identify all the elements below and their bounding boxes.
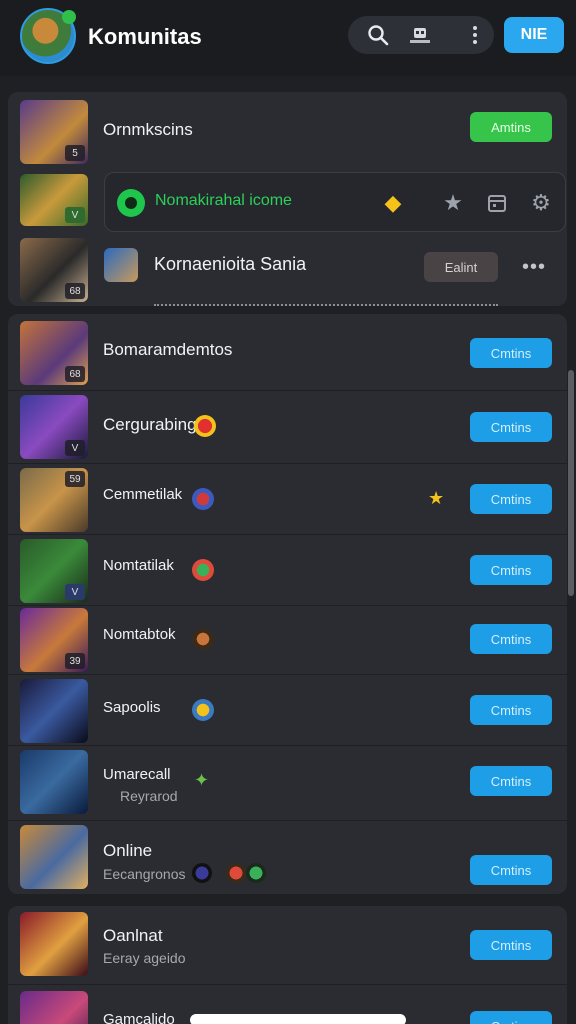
- join-button[interactable]: Cmtins: [470, 1011, 552, 1024]
- join-button[interactable]: Cmtins: [470, 930, 552, 960]
- badge-icon: [192, 628, 214, 650]
- badge-icon: [192, 488, 214, 510]
- join-button[interactable]: Cmtins: [470, 555, 552, 585]
- avatar: [20, 679, 88, 743]
- game-icon: [104, 248, 138, 282]
- level-badge: 68: [65, 283, 85, 299]
- join-button[interactable]: Cmtins: [470, 624, 552, 654]
- level-badge: V: [65, 584, 85, 600]
- badge-icon: [192, 699, 214, 721]
- featured-section: 5 Ornmkscins Amtins V Nomakirahal icome …: [8, 92, 567, 306]
- item-title: Cergurabingr: [103, 415, 203, 434]
- member-avatar-icon: [226, 863, 246, 883]
- list-item[interactable]: Online Eecangronos Cmtins: [8, 821, 567, 894]
- avatar: [20, 825, 88, 889]
- avatar: 39: [20, 608, 88, 672]
- level-badge: 59: [65, 471, 85, 487]
- item-title: Ornmkscins: [103, 120, 193, 139]
- item-title: Sapoolis: [103, 699, 161, 716]
- list-item[interactable]: V Cergurabingr Cmtins: [8, 391, 567, 463]
- avatar: [20, 750, 88, 814]
- item-title: Nomtabtok: [103, 626, 176, 643]
- avatar: [20, 991, 88, 1024]
- level-badge: V: [65, 440, 85, 456]
- item-title: Online: [103, 841, 153, 860]
- list-item[interactable]: V Nomtatilak Cmtins: [8, 535, 567, 605]
- primary-action-button[interactable]: NIE: [504, 17, 564, 53]
- star-icon[interactable]: ★: [439, 189, 467, 217]
- level-badge: 39: [65, 653, 85, 669]
- community-list-more: Oanlnat Eeray ageido Cmtins Gamcalido Cm…: [8, 906, 567, 1024]
- highlight-text: Nomakirahal icome: [155, 192, 292, 209]
- item-title: Gamcalido: [103, 1011, 175, 1024]
- search-button[interactable]: [358, 16, 398, 54]
- item-title: Kornaenioita Sania: [154, 254, 307, 274]
- bot-button[interactable]: [400, 16, 440, 54]
- join-button[interactable]: Cmtins: [470, 484, 552, 514]
- item-subtitle: Reyrarod: [120, 788, 178, 804]
- item-title: Bomaramdemtos: [103, 340, 233, 359]
- calendar-icon[interactable]: [483, 189, 511, 217]
- level-badge: 68: [65, 366, 85, 382]
- item-subtitle: Eecangronos: [103, 866, 186, 882]
- community-avatar[interactable]: [20, 8, 76, 64]
- avatar: V: [20, 539, 88, 603]
- diamond-icon[interactable]: ◆: [379, 189, 407, 217]
- more-vertical-icon: [473, 26, 477, 44]
- avatar: 59: [20, 468, 88, 532]
- list-item[interactable]: 59 Cemmetilak ★ Cmtins: [8, 464, 567, 534]
- item-title: Nomtatilak: [103, 557, 174, 574]
- avatar: [20, 912, 88, 976]
- avatar: 68: [20, 321, 88, 385]
- list-item[interactable]: 68 Kornaenioita Sania Ealint •••: [8, 236, 567, 306]
- item-title: Oanlnat: [103, 926, 163, 945]
- level-badge: V: [65, 207, 85, 223]
- more-options-button[interactable]: [456, 16, 494, 54]
- page-title: Komunitas: [88, 24, 202, 49]
- join-button[interactable]: Cmtins: [470, 855, 552, 885]
- highlight-panel[interactable]: Nomakirahal icome ◆ ★ ⚙: [104, 172, 566, 232]
- more-horizontal-icon[interactable]: •••: [522, 256, 546, 279]
- toolbar: [348, 16, 494, 54]
- list-item[interactable]: 5 Ornmkscins Amtins: [8, 92, 567, 168]
- member-avatar-icon: [246, 863, 266, 883]
- list-item[interactable]: Sapoolis Cmtins: [8, 675, 567, 745]
- item-title: Cemmetilak: [103, 486, 183, 503]
- avatar: V: [20, 395, 88, 459]
- avatar: 5: [20, 100, 88, 164]
- divider: [154, 304, 498, 306]
- edit-button[interactable]: Ealint: [424, 252, 498, 282]
- item-title: Umarecall: [103, 766, 171, 783]
- join-button[interactable]: Cmtins: [470, 338, 552, 368]
- gear-icon[interactable]: ⚙: [527, 189, 555, 217]
- star-icon: ★: [428, 488, 445, 508]
- join-button[interactable]: Cmtins: [470, 695, 552, 725]
- join-button[interactable]: Cmtins: [470, 412, 552, 442]
- badge-icon: [194, 415, 216, 437]
- badge-icon: [192, 559, 214, 581]
- list-item[interactable]: 39 Nomtabtok Cmtins: [8, 606, 567, 674]
- avatar: 68: [20, 238, 88, 302]
- online-dot-icon: [62, 10, 76, 24]
- item-subtitle: Eeray ageido: [103, 950, 186, 966]
- home-indicator[interactable]: [190, 1014, 406, 1024]
- scrollbar[interactable]: [568, 370, 574, 596]
- list-item[interactable]: 68 Bomaramdemtos Cmtins: [8, 314, 567, 390]
- join-button[interactable]: Amtins: [470, 112, 552, 142]
- level-badge: 5: [65, 145, 85, 161]
- chat-bubble-icon: [117, 189, 145, 217]
- list-item[interactable]: Oanlnat Eeray ageido Cmtins: [8, 906, 567, 984]
- top-bar: Komunitas NIE: [0, 0, 576, 76]
- robot-icon: [410, 28, 430, 43]
- sword-icon: ✦: [194, 770, 210, 790]
- list-item[interactable]: Umarecall Reyrarod ✦ Cmtins: [8, 746, 567, 820]
- community-list: 68 Bomaramdemtos Cmtins V Cergurabingr C…: [8, 314, 567, 894]
- avatar: V: [20, 174, 88, 226]
- join-button[interactable]: Cmtins: [470, 766, 552, 796]
- search-icon: [368, 25, 389, 46]
- member-avatar-icon: [192, 863, 212, 883]
